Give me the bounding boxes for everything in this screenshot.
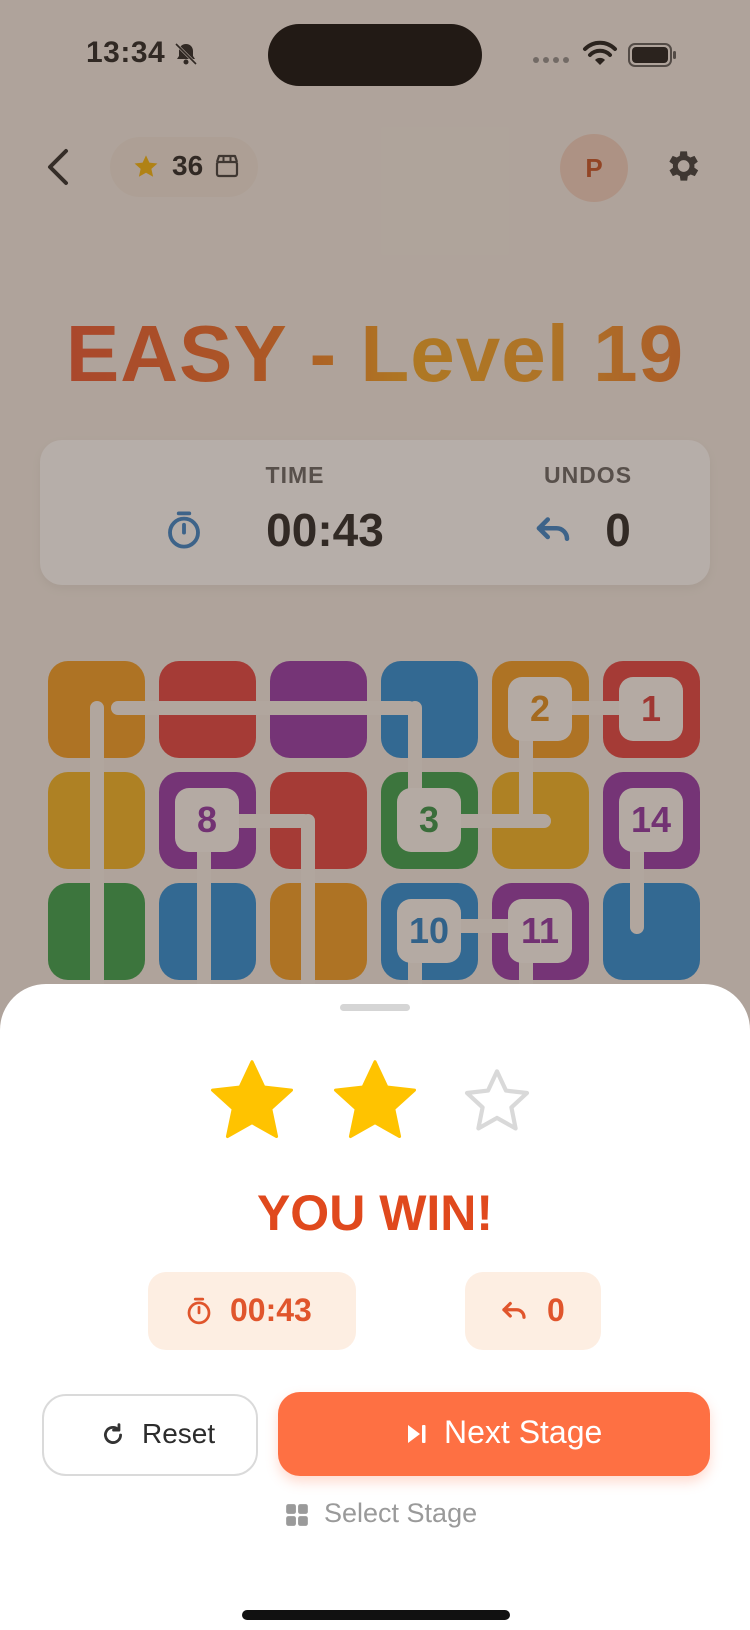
sheet-drag-handle[interactable] <box>340 1004 410 1011</box>
undo-icon <box>502 1301 526 1319</box>
result-undos-value: 0 <box>547 1292 565 1328</box>
earned-star-icon <box>333 1060 417 1139</box>
select-stage-link[interactable]: Select Stage <box>280 1492 480 1536</box>
stopwatch-icon <box>187 1297 211 1325</box>
select-stage-label: Select Stage <box>324 1498 478 1528</box>
earned-star-icon <box>210 1060 294 1139</box>
next-stage-label: Next Stage <box>444 1414 603 1450</box>
skip-next-icon <box>408 1425 426 1443</box>
result-undos-chip: 0 <box>465 1272 601 1350</box>
win-headline: YOU WIN! <box>256 1185 494 1241</box>
reset-label: Reset <box>142 1418 216 1449</box>
empty-star-icon <box>464 1069 530 1131</box>
home-indicator[interactable] <box>242 1610 510 1620</box>
win-bottom-sheet: YOU WIN! 00:43 0 Reset Next Stage Select… <box>0 984 750 1630</box>
result-time-chip: 00:43 <box>148 1272 356 1350</box>
next-stage-button[interactable]: Next Stage <box>278 1392 710 1476</box>
refresh-icon <box>104 1423 122 1444</box>
grid-icon <box>286 1504 308 1526</box>
result-time-value: 00:43 <box>230 1292 312 1328</box>
reset-button[interactable]: Reset <box>42 1394 258 1476</box>
